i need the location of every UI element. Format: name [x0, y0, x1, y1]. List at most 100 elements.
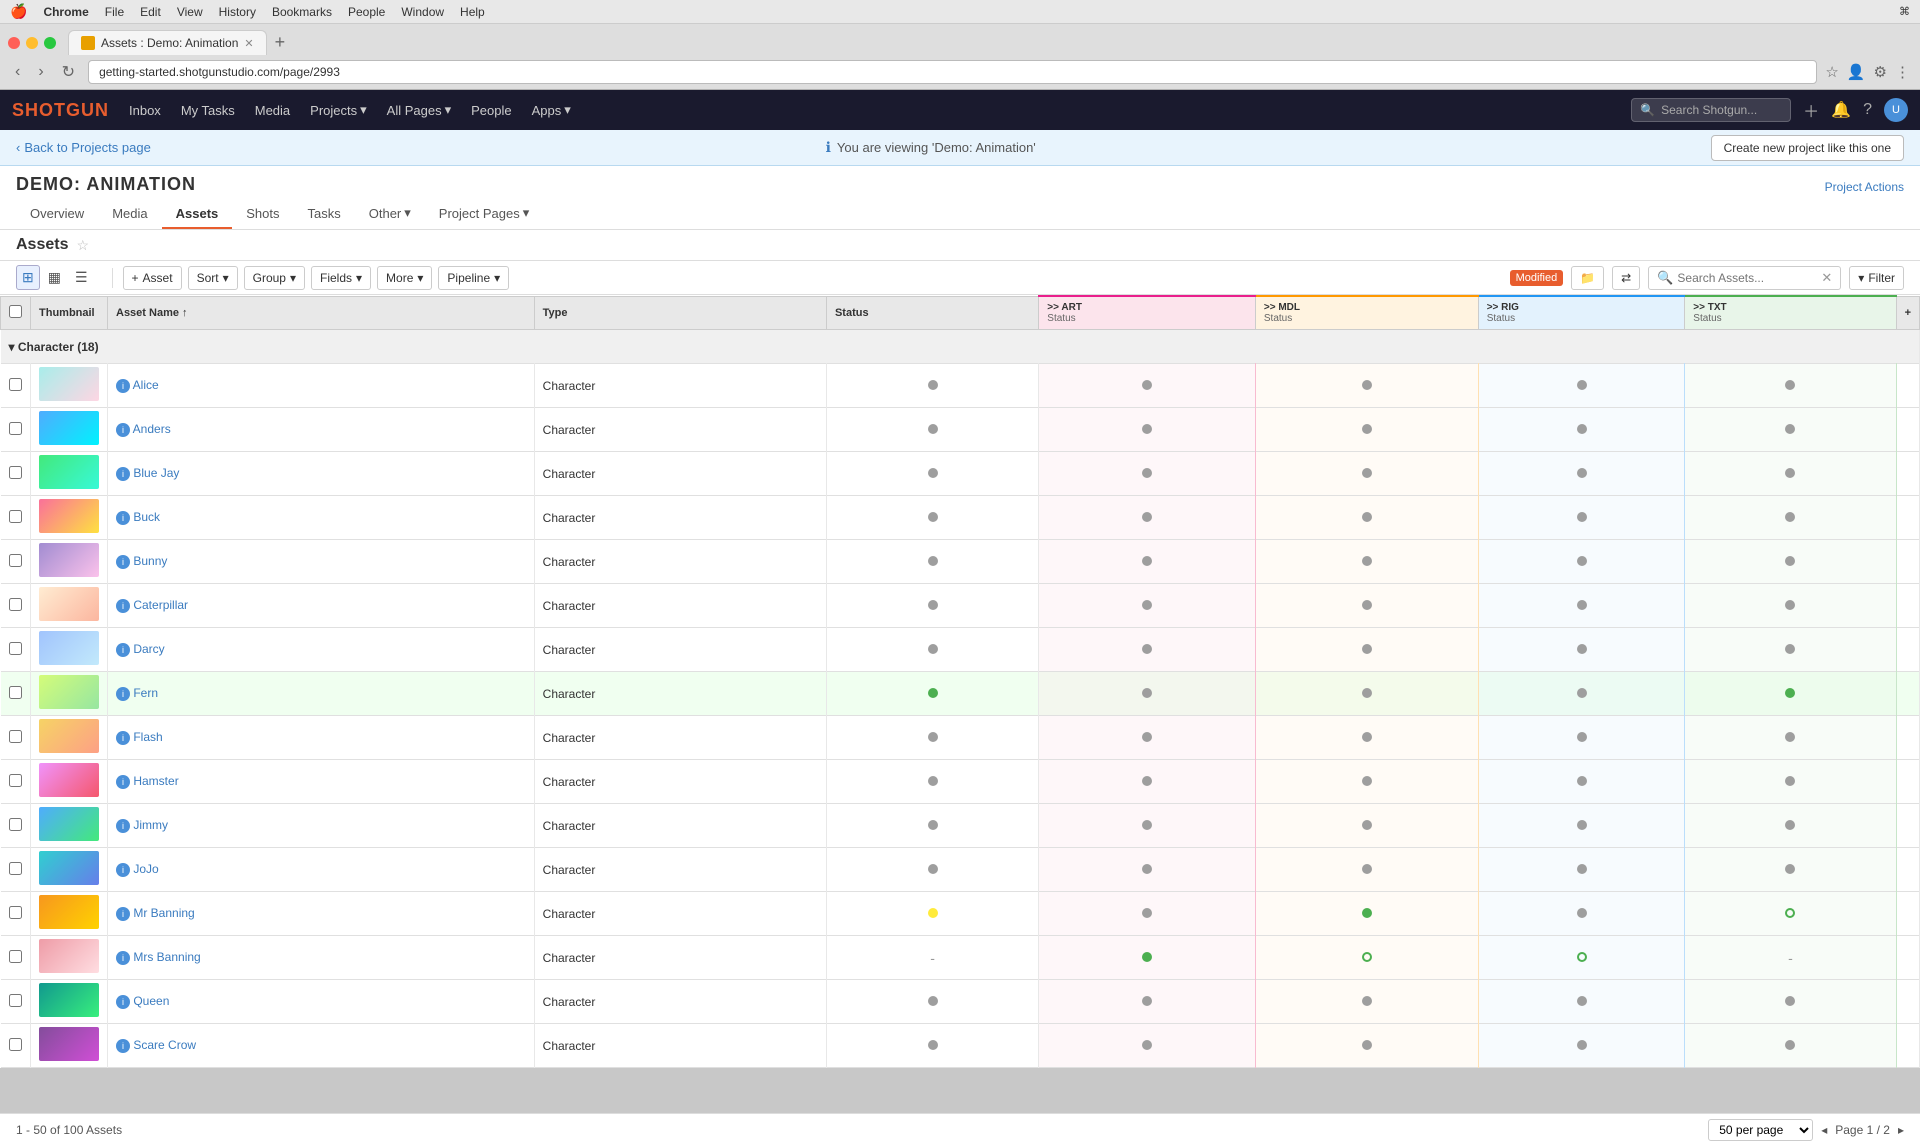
tab-overview[interactable]: Overview: [16, 199, 98, 229]
columns-button[interactable]: ⇄: [1612, 266, 1640, 290]
tab-close-button[interactable]: ✕: [244, 37, 253, 50]
col-add[interactable]: +: [1896, 296, 1919, 330]
select-all-checkbox[interactable]: [9, 305, 22, 318]
row-checkbox-cell[interactable]: [1, 628, 31, 672]
list-view-button[interactable]: ☰: [69, 265, 94, 290]
add-icon[interactable]: ＋: [1803, 98, 1819, 122]
col-asset-name[interactable]: Asset Name ↑: [108, 296, 535, 330]
close-window-button[interactable]: [8, 37, 20, 49]
info-icon[interactable]: i: [116, 687, 130, 701]
info-icon[interactable]: i: [116, 555, 130, 569]
asset-name-link[interactable]: Mr Banning: [133, 906, 194, 920]
info-icon[interactable]: i: [116, 995, 130, 1009]
view-options-button[interactable]: 📁: [1571, 266, 1604, 290]
asset-name-link[interactable]: Jimmy: [133, 818, 168, 832]
create-project-button[interactable]: Create new project like this one: [1711, 135, 1904, 161]
reload-button[interactable]: ↻: [57, 60, 80, 84]
view-menu[interactable]: View: [177, 5, 203, 19]
asset-name-link[interactable]: Bunny: [133, 554, 167, 568]
more-button[interactable]: More ▾: [377, 266, 432, 290]
favorite-icon[interactable]: ☆: [76, 237, 89, 254]
info-icon[interactable]: i: [116, 423, 130, 437]
col-art-status[interactable]: >> ART Status: [1039, 296, 1256, 330]
col-txt-status[interactable]: >> TXT Status: [1685, 296, 1896, 330]
row-checkbox-cell[interactable]: [1, 936, 31, 980]
nav-all-pages[interactable]: All Pages ▾: [387, 102, 451, 118]
forward-button[interactable]: ›: [33, 61, 48, 83]
bookmark-icon[interactable]: ☆: [1825, 63, 1838, 81]
apple-menu[interactable]: 🍎: [10, 3, 27, 20]
info-icon[interactable]: i: [116, 599, 130, 613]
info-icon[interactable]: i: [116, 379, 130, 393]
row-checkbox-cell[interactable]: [1, 452, 31, 496]
row-checkbox-cell[interactable]: [1, 892, 31, 936]
asset-name-link[interactable]: Flash: [133, 730, 162, 744]
group-button[interactable]: Group ▾: [244, 266, 305, 290]
asset-name-link[interactable]: Fern: [133, 686, 158, 700]
address-bar[interactable]: getting-started.shotgunstudio.com/page/2…: [88, 60, 1817, 84]
asset-name-link[interactable]: JoJo: [133, 862, 158, 876]
asset-name-link[interactable]: Blue Jay: [133, 466, 179, 480]
minimize-window-button[interactable]: [26, 37, 38, 49]
info-icon[interactable]: i: [116, 907, 130, 921]
grid-small-view-button[interactable]: ⊞: [16, 265, 40, 290]
row-checkbox-cell[interactable]: [1, 408, 31, 452]
row-checkbox-cell[interactable]: [1, 716, 31, 760]
row-checkbox-cell[interactable]: [1, 760, 31, 804]
nav-projects[interactable]: Projects ▾: [310, 102, 367, 118]
user-avatar[interactable]: U: [1884, 98, 1908, 122]
asset-name-link[interactable]: Mrs Banning: [133, 950, 200, 964]
row-checkbox-cell[interactable]: [1, 804, 31, 848]
row-checkbox-cell[interactable]: [1, 848, 31, 892]
app-logo[interactable]: SHOTGUN: [12, 100, 109, 121]
profile-icon[interactable]: 👤: [1847, 63, 1866, 81]
info-icon[interactable]: i: [116, 951, 130, 965]
row-checkbox-cell[interactable]: [1, 540, 31, 584]
menu-icon[interactable]: ⋮: [1895, 63, 1910, 81]
asset-name-link[interactable]: Darcy: [133, 642, 164, 656]
file-menu[interactable]: File: [105, 5, 124, 19]
tab-assets[interactable]: Assets: [162, 199, 233, 229]
project-actions-button[interactable]: Project Actions: [1825, 180, 1904, 194]
per-page-select[interactable]: 50 per page 100 per page: [1708, 1119, 1813, 1141]
info-icon[interactable]: i: [116, 643, 130, 657]
nav-people[interactable]: People: [471, 103, 511, 118]
fields-button[interactable]: Fields ▾: [311, 266, 371, 290]
info-icon[interactable]: i: [116, 819, 130, 833]
row-checkbox-cell[interactable]: [1, 584, 31, 628]
group-row-cell[interactable]: ▾ Character (18): [1, 330, 1920, 364]
edit-menu[interactable]: Edit: [140, 5, 161, 19]
nav-inbox[interactable]: Inbox: [129, 103, 161, 118]
search-assets-input[interactable]: [1677, 271, 1817, 285]
chrome-menu[interactable]: Chrome: [43, 5, 88, 19]
info-icon[interactable]: i: [116, 775, 130, 789]
help-menu[interactable]: Help: [460, 5, 485, 19]
new-tab-button[interactable]: +: [271, 32, 290, 53]
asset-name-link[interactable]: Alice: [133, 378, 159, 392]
notification-icon[interactable]: 🔔: [1831, 100, 1851, 120]
asset-name-link[interactable]: Hamster: [133, 774, 178, 788]
grid-view-button[interactable]: ▦: [42, 265, 67, 290]
global-search-box[interactable]: 🔍 Search Shotgun...: [1631, 98, 1791, 122]
asset-name-link[interactable]: Queen: [133, 994, 169, 1008]
info-icon[interactable]: i: [116, 467, 130, 481]
info-icon[interactable]: i: [116, 1039, 130, 1053]
filter-button[interactable]: ▾ Filter: [1849, 266, 1904, 290]
group-collapse-icon[interactable]: ▾: [9, 340, 15, 354]
col-type[interactable]: Type: [534, 296, 826, 330]
row-checkbox-cell[interactable]: [1, 1024, 31, 1068]
info-icon[interactable]: i: [116, 511, 130, 525]
window-menu[interactable]: Window: [401, 5, 444, 19]
tab-shots[interactable]: Shots: [232, 199, 293, 229]
sort-button[interactable]: Sort ▾: [188, 266, 238, 290]
row-checkbox-cell[interactable]: [1, 672, 31, 716]
add-asset-button[interactable]: + Asset: [123, 266, 182, 290]
browser-tab-active[interactable]: Assets : Demo: Animation ✕: [68, 30, 267, 55]
search-assets-box[interactable]: 🔍 ✕: [1648, 266, 1841, 290]
maximize-window-button[interactable]: [44, 37, 56, 49]
info-icon[interactable]: i: [116, 731, 130, 745]
nav-media[interactable]: Media: [255, 103, 290, 118]
history-menu[interactable]: History: [219, 5, 256, 19]
nav-apps[interactable]: Apps ▾: [532, 102, 571, 118]
extensions-icon[interactable]: ⚙: [1874, 63, 1887, 81]
